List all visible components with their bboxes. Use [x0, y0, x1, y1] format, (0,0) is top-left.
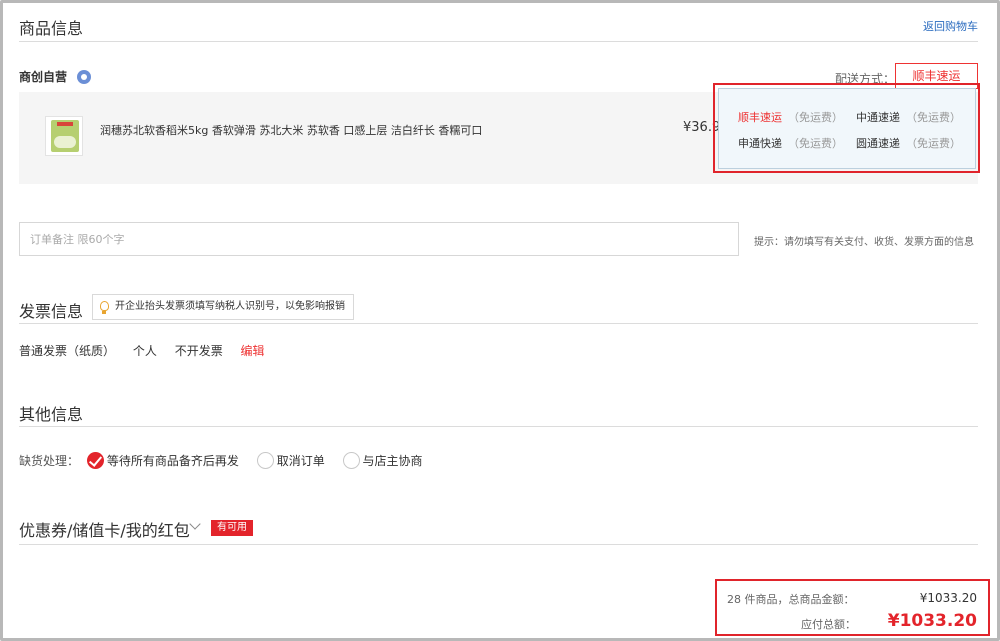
- totals-highlight: [715, 579, 990, 636]
- invoice-tip: 开企业抬头发票须填写纳税人识别号，以免影响报销: [92, 294, 354, 320]
- other-section-title: 其他信息: [19, 405, 84, 424]
- order-remark-input[interactable]: [19, 222, 739, 256]
- out-of-stock-options: 缺货处理： 等待所有商品备齐后再发 取消订单 与店主协商: [19, 452, 437, 470]
- customer-service-icon[interactable]: [77, 69, 92, 84]
- product-name[interactable]: 润穗苏北软香稻米5kg 香软弹滑 苏北大米 苏软香 口感上层 洁白纤长 香糯可口: [100, 122, 482, 138]
- shipping-popup-highlight: [713, 83, 980, 173]
- radio-label: 等待所有商品备齐后再发: [106, 454, 239, 468]
- invoice-section-title: 发票信息: [19, 302, 84, 321]
- goods-divider: [19, 41, 978, 42]
- lightbulb-icon: [100, 301, 109, 314]
- radio-label: 取消订单: [276, 454, 325, 468]
- radio-label: 与店主协商: [362, 454, 423, 468]
- invoice-type: 普通发票（纸质）: [19, 344, 116, 358]
- coupon-available-badge: 有可用: [211, 520, 253, 536]
- invoice-edit-button[interactable]: 编辑: [241, 344, 265, 358]
- out-of-stock-radio[interactable]: 与店主协商: [342, 452, 423, 470]
- goods-section-title: 商品信息: [19, 19, 84, 38]
- out-of-stock-radio[interactable]: 等待所有商品备齐后再发: [86, 452, 239, 470]
- radio-circle-icon: [256, 452, 274, 469]
- rice-bag-image: [51, 120, 79, 152]
- out-of-stock-radio[interactable]: 取消订单: [256, 452, 325, 470]
- shop-name: 商创自营: [19, 70, 68, 84]
- invoice-divider: [19, 323, 978, 324]
- invoice-tip-text: 开企业抬头发票须填写纳税人识别号，以免影响报销: [115, 301, 345, 312]
- out-of-stock-label: 缺货处理：: [19, 454, 80, 468]
- other-divider: [19, 426, 978, 427]
- coupon-divider: [19, 544, 978, 545]
- invoice-details: 普通发票（纸质） 个人 不开发票 编辑: [19, 342, 279, 359]
- remark-hint: 提示：请勿填写有关支付、收货、发票方面的信息: [754, 237, 974, 248]
- invoice-holder: 个人: [132, 344, 157, 358]
- coupon-section-toggle[interactable]: 优惠券/储值卡/我的红包: [19, 517, 190, 541]
- shop-name-row: 商创自营: [19, 68, 92, 85]
- back-to-cart-link[interactable]: 返回购物车: [923, 18, 978, 34]
- product-thumbnail[interactable]: [45, 116, 83, 156]
- checkmark-icon: [86, 452, 104, 469]
- radio-circle-icon: [342, 452, 360, 469]
- invoice-content: 不开发票: [174, 344, 223, 358]
